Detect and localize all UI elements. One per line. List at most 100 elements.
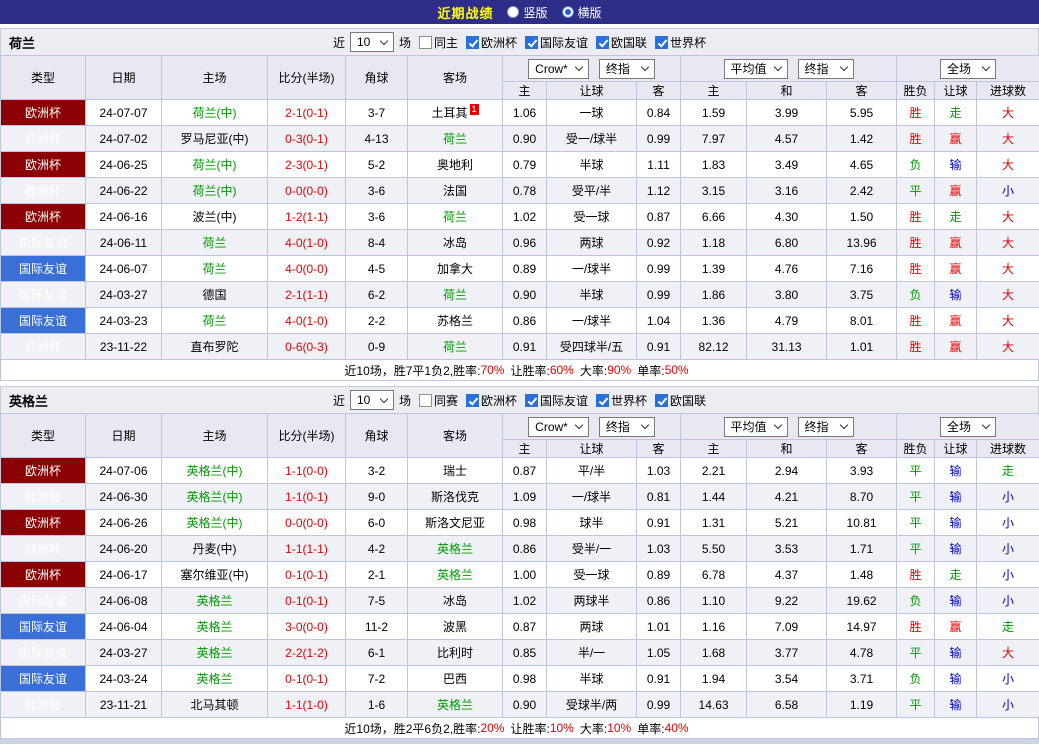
match-count-select[interactable]: 10 (349, 390, 394, 410)
home-team[interactable]: 英格兰 (161, 587, 268, 614)
summary-stat-value: 70% (480, 363, 505, 377)
home-team[interactable]: 罗马尼亚(中) (161, 125, 268, 152)
filter-checkbox[interactable]: 世界杯 (596, 392, 647, 409)
summary-stat-label: 胜率: (453, 721, 481, 736)
europe-draw-odds: 3.53 (746, 535, 828, 562)
bookmaker-select[interactable]: Crow* (528, 58, 589, 79)
handicap-away-odds: 0.92 (635, 229, 682, 256)
europe-draw-odds: 3.54 (746, 665, 828, 692)
filter-checkbox[interactable]: 欧国联 (596, 34, 647, 51)
home-team[interactable]: 荷兰 (161, 229, 268, 256)
column-header: 客场 (407, 413, 503, 458)
home-team[interactable]: 德国 (161, 281, 268, 308)
score-cell: 4-0(1-0) (267, 307, 346, 334)
results-table: 类型 日期 主场 比分(半场) 角球 客场 Crow* 终指 平均值 终指 全场主让球客主和客胜负让… (0, 413, 1039, 718)
away-team[interactable]: 法国 (407, 177, 503, 204)
home-team[interactable]: 荷兰(中) (161, 151, 268, 178)
away-team[interactable]: 奥地利 (407, 151, 503, 178)
checkbox-checked-icon (655, 35, 669, 49)
europe-home-odds: 1.16 (680, 613, 748, 640)
layout-radio-horizontal[interactable]: 横版 (561, 4, 602, 21)
select-value: Crow* (535, 419, 568, 434)
match-row: 国际友谊 24-06-08 英格兰 0-1(0-1) 7-5 冰岛 1.02 两球半 0.86 1… (0, 587, 1039, 614)
away-team[interactable]: 荷兰 (407, 125, 503, 152)
result-scope-select[interactable]: 全场 (940, 58, 997, 79)
home-team[interactable]: 荷兰(中) (161, 99, 268, 126)
home-team[interactable]: 英格兰 (161, 613, 268, 640)
europe-draw-odds: 5.21 (746, 509, 828, 536)
column-header: 客 (826, 81, 898, 100)
home-team[interactable]: 英格兰(中) (161, 509, 268, 536)
europe-away-odds: 7.16 (826, 255, 898, 282)
home-team[interactable]: 荷兰(中) (161, 177, 268, 204)
league-type-cell: 欧洲杯 (0, 691, 86, 718)
filter-checkbox[interactable]: 国际友谊 (525, 34, 588, 51)
win-loss-cell: 平 (896, 457, 936, 484)
europe-away-odds: 4.78 (826, 639, 898, 666)
europe-stage-select[interactable]: 终指 (797, 58, 854, 79)
score-cell: 2-1(0-1) (267, 99, 346, 126)
handicap-line: 受平/半 (546, 177, 637, 204)
home-team[interactable]: 英格兰 (161, 639, 268, 666)
europe-stage-select[interactable]: 终指 (797, 416, 854, 437)
away-team[interactable]: 冰岛 (407, 587, 503, 614)
away-team[interactable]: 荷兰 (407, 333, 503, 360)
away-team[interactable]: 瑞士 (407, 457, 503, 484)
europe-home-odds: 1.59 (680, 99, 748, 126)
filter-checkbox[interactable]: 同主 (418, 34, 458, 51)
europe-source-select[interactable]: 平均值 (723, 416, 788, 437)
home-team[interactable]: 塞尔维亚(中) (161, 561, 268, 588)
away-team[interactable]: 波黑 (407, 613, 503, 640)
away-team[interactable]: 苏格兰 (407, 307, 503, 334)
filter-checkbox[interactable]: 欧洲杯 (465, 34, 517, 51)
away-team[interactable]: 冰岛 (407, 229, 503, 256)
filter-checkbox[interactable]: 欧国联 (655, 392, 706, 409)
away-team[interactable]: 英格兰 (407, 535, 503, 562)
away-team[interactable]: 斯洛文尼亚 (407, 509, 503, 536)
layout-radio-vertical[interactable]: 竖版 (507, 4, 548, 21)
handicap-home-odds: 1.06 (502, 99, 547, 126)
league-type-cell: 欧洲杯 (0, 561, 86, 588)
handicap-stage-select[interactable]: 终指 (598, 416, 655, 437)
home-team[interactable]: 荷兰 (161, 255, 268, 282)
away-team[interactable]: 比利时 (407, 639, 503, 666)
home-team[interactable]: 北马其顿 (161, 691, 268, 718)
home-team[interactable]: 直布罗陀 (161, 333, 268, 360)
match-row: 欧洲杯 24-06-16 波兰(中) 1-2(1-1) 3-6 荷兰 1.02 受一球 0.87… (0, 203, 1039, 230)
filter-checkbox[interactable]: 欧洲杯 (465, 392, 517, 409)
league-type-cell: 国际友谊 (0, 665, 86, 692)
team-name: 英格兰 (9, 393, 49, 409)
match-count-select[interactable]: 10 (349, 32, 394, 52)
home-team[interactable]: 英格兰(中) (161, 483, 268, 510)
away-team[interactable]: 巴西 (407, 665, 503, 692)
home-team[interactable]: 荷兰 (161, 307, 268, 334)
europe-source-select[interactable]: 平均值 (723, 58, 788, 79)
home-team[interactable]: 丹麦(中) (161, 535, 268, 562)
home-team[interactable]: 英格兰 (161, 665, 268, 692)
away-team[interactable]: 斯洛伐克 (407, 483, 503, 510)
away-team[interactable]: 英格兰 (407, 691, 503, 718)
home-team[interactable]: 英格兰(中) (161, 457, 268, 484)
league-type-cell: 欧洲杯 (0, 483, 86, 510)
bookmaker-select[interactable]: Crow* (528, 416, 589, 437)
away-team[interactable]: 加拿大 (407, 255, 503, 282)
column-header: 比分(半场) (267, 55, 346, 100)
filter-checkbox[interactable]: 国际友谊 (525, 392, 588, 409)
win-loss-cell: 胜 (896, 333, 936, 360)
away-team[interactable]: 荷兰 (407, 203, 503, 230)
filter-checkbox[interactable]: 同赛 (418, 392, 458, 409)
win-loss-cell: 胜 (896, 99, 936, 126)
match-row: 国际友谊 24-03-23 荷兰 4-0(1-0) 2-2 苏格兰 0.86 一/球半 1.04… (0, 307, 1039, 334)
filter-checkbox[interactable]: 世界杯 (655, 34, 706, 51)
away-team[interactable]: 土耳其 1 (407, 99, 503, 126)
result-scope-select[interactable]: 全场 (940, 416, 997, 437)
handicap-line: 受一/球半 (546, 125, 637, 152)
chevron-down-icon (981, 62, 991, 72)
home-team[interactable]: 波兰(中) (161, 203, 268, 230)
away-team[interactable]: 荷兰 (407, 281, 503, 308)
away-team[interactable]: 英格兰 (407, 561, 503, 588)
handicap-stage-select[interactable]: 终指 (598, 58, 655, 79)
score-cell: 3-0(0-0) (267, 613, 346, 640)
europe-away-odds: 10.81 (826, 509, 898, 536)
summary-stat-value: 10% (607, 721, 632, 735)
